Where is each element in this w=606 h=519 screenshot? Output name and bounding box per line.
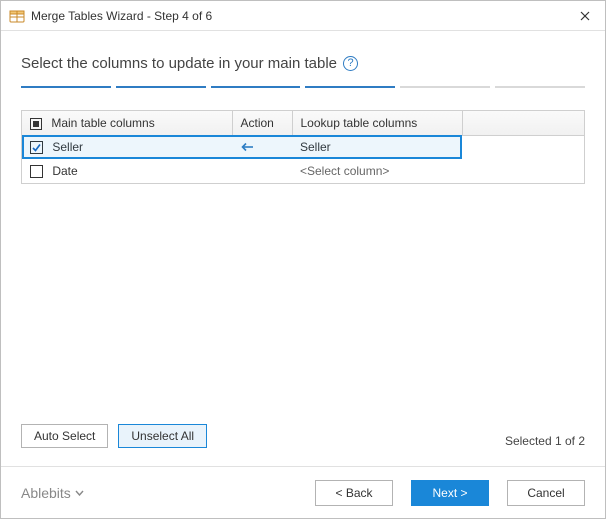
steps-progress xyxy=(21,86,585,88)
header-lookup-columns[interactable]: Lookup table columns xyxy=(292,111,462,135)
tristate-check-icon[interactable] xyxy=(30,118,42,130)
header-action[interactable]: Action xyxy=(232,111,292,135)
brand-menu[interactable]: Ablebits xyxy=(21,485,84,501)
columns-table: Main table columns Action Lookup table c… xyxy=(21,110,585,184)
titlebar: Merge Tables Wizard - Step 4 of 6 xyxy=(1,1,605,31)
footer: Ablebits < Back Next > Cancel xyxy=(1,466,605,518)
table-row[interactable]: Seller Seller xyxy=(22,135,584,159)
row-checkbox[interactable] xyxy=(30,165,43,178)
next-button[interactable]: Next > xyxy=(411,480,489,506)
close-button[interactable] xyxy=(565,1,605,31)
row-lookup-label[interactable]: <Select column> xyxy=(292,159,462,183)
help-icon[interactable]: ? xyxy=(343,56,358,71)
arrow-left-icon xyxy=(240,142,254,152)
window-title: Merge Tables Wizard - Step 4 of 6 xyxy=(31,9,565,23)
table-header-row: Main table columns Action Lookup table c… xyxy=(22,111,584,135)
row-main-label: Seller xyxy=(52,140,83,154)
close-icon xyxy=(580,11,590,21)
brand-label: Ablebits xyxy=(21,485,71,501)
instruction-row: Select the columns to update in your mai… xyxy=(21,55,585,72)
cancel-button[interactable]: Cancel xyxy=(507,480,585,506)
app-icon xyxy=(9,8,25,24)
chevron-down-icon xyxy=(75,490,84,496)
instruction-text: Select the columns to update in your mai… xyxy=(21,55,337,72)
row-checkbox[interactable] xyxy=(30,141,43,154)
back-button[interactable]: < Back xyxy=(315,480,393,506)
auto-select-button[interactable]: Auto Select xyxy=(21,424,108,448)
check-icon xyxy=(31,142,42,153)
unselect-all-button[interactable]: Unselect All xyxy=(118,424,207,448)
selection-status: Selected 1 of 2 xyxy=(505,434,585,448)
table-row[interactable]: Date <Select column> xyxy=(22,159,584,183)
row-lookup-label[interactable]: Seller xyxy=(292,135,462,159)
header-spacer xyxy=(462,111,584,135)
header-main-columns[interactable]: Main table columns xyxy=(22,111,232,135)
row-main-label: Date xyxy=(52,164,77,178)
